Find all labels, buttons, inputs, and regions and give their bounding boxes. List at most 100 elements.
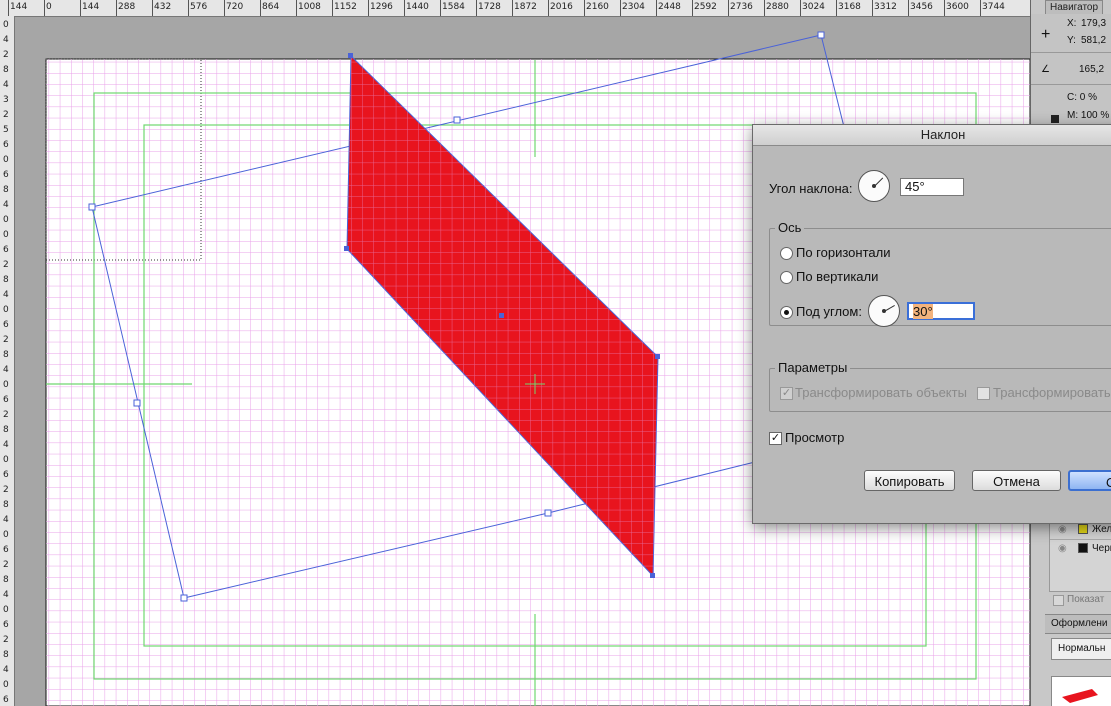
axis-group-label: Ось — [775, 220, 805, 235]
axis-angle-dial[interactable] — [868, 295, 900, 327]
anchor-point[interactable] — [650, 573, 655, 578]
ruler-tick — [440, 0, 441, 16]
ruler-tick-label: 2880 — [766, 2, 789, 12]
horizontal-radio[interactable] — [780, 247, 793, 260]
panel-divider — [1031, 84, 1111, 85]
ruler-tick — [296, 0, 297, 16]
preview-label[interactable]: Просмотр — [785, 430, 844, 445]
ruler-tick-label: 3024 — [802, 2, 825, 12]
ruler-tick-label: 1728 — [478, 2, 501, 12]
anchor-point[interactable] — [344, 246, 349, 251]
ruler-tick — [836, 0, 837, 16]
ruler-tick-label: 1008 — [298, 2, 321, 12]
vertical-ruler[interactable]: 0 4 2 8 4 3 2 5 6 0 6 8 4 0 0 6 2 8 4 0 6 2 8 4 0 6 2 8 4 0 6 2 8 4 0 6 2 8 4 0… — [0, 16, 15, 706]
blend-mode-select[interactable]: Нормальн — [1051, 638, 1111, 660]
ruler-tick-label: 864 — [262, 2, 280, 12]
ruler-tick-label: 2 — [3, 50, 9, 60]
ruler-tick-label: 0 — [3, 230, 9, 240]
bbox-handle[interactable] — [133, 399, 141, 407]
transform-patterns-label: Трансформировать — [993, 385, 1111, 400]
angle-radio[interactable] — [780, 306, 793, 319]
ruler-tick-label: 2736 — [730, 2, 753, 12]
ruler-tick-label: 4 — [3, 200, 9, 210]
shape-center-point — [499, 313, 504, 318]
shear-angle-dial[interactable] — [858, 170, 890, 202]
ruler-tick-label: 0 — [3, 605, 9, 615]
ok-button[interactable]: OK — [1068, 470, 1111, 491]
dialog-title[interactable]: Наклон — [753, 125, 1111, 146]
angle-icon: ∠ — [1041, 64, 1050, 75]
ruler-tick — [908, 0, 909, 16]
cancel-button[interactable]: Отмена — [972, 470, 1061, 491]
angle-label[interactable]: Под углом: — [796, 304, 862, 319]
thumbnail-shape — [1062, 689, 1098, 703]
ruler-tick-label: 432 — [154, 2, 172, 12]
ruler-tick — [872, 0, 873, 16]
ruler-tick-label: 4 — [3, 290, 9, 300]
shear-angle-input[interactable]: 45° — [900, 178, 964, 196]
magenta-value: M: 100 % — [1067, 110, 1110, 121]
eye-icon[interactable]: ◉ — [1058, 524, 1067, 535]
ruler-tick-label: 0 — [3, 215, 9, 225]
bbox-handle[interactable] — [817, 31, 825, 39]
layer-name: Черн — [1092, 543, 1111, 554]
horizontal-ruler[interactable]: 144 0 144 288 432 576 720 864 1008 1152 1296 1440 15… — [0, 0, 1030, 17]
anchor-point[interactable] — [655, 354, 660, 359]
horizontal-label[interactable]: По горизонтали — [796, 245, 890, 260]
ruler-tick-label: 1296 — [370, 2, 393, 12]
ruler-tick — [152, 0, 153, 16]
ruler-tick-label: 6 — [3, 470, 9, 480]
ruler-tick-label: 8 — [3, 350, 9, 360]
ruler-tick-label: 3 — [3, 95, 9, 105]
ruler-tick-label: 0 — [46, 2, 52, 12]
shear-dialog[interactable]: Наклон Угол наклона: 45° Ось По горизонт… — [752, 124, 1111, 524]
ruler-tick-label: 2448 — [658, 2, 681, 12]
ruler-tick-label: 2 — [3, 335, 9, 345]
ruler-tick-label: 8 — [3, 275, 9, 285]
blend-mode-value: Нормальн — [1058, 643, 1106, 654]
ruler-tick-label: 8 — [3, 185, 9, 195]
layer-name: Жел — [1092, 524, 1111, 535]
axis-angle-input[interactable]: 30° — [907, 302, 975, 320]
ruler-tick-label: 6 — [3, 695, 9, 705]
bbox-handle[interactable] — [544, 509, 552, 517]
ruler-tick-label: 144 — [82, 2, 100, 12]
bbox-handle[interactable] — [180, 594, 188, 602]
ruler-tick-label: 2304 — [622, 2, 645, 12]
show-checkbox[interactable] — [1053, 595, 1064, 606]
layer-color-swatch — [1078, 524, 1088, 534]
ruler-tick-label: 8 — [3, 500, 9, 510]
options-group-label: Параметры — [775, 360, 851, 375]
ruler-tick-label: 6 — [3, 320, 9, 330]
ruler-tick — [224, 0, 225, 16]
appearance-tab-label: Оформлени — [1051, 618, 1108, 629]
vertical-label[interactable]: По вертикали — [796, 269, 878, 284]
ruler-tick-label: 6 — [3, 140, 9, 150]
transform-patterns-checkbox[interactable] — [977, 387, 990, 400]
eye-icon[interactable]: ◉ — [1058, 543, 1067, 554]
vertical-radio[interactable] — [780, 271, 793, 284]
ruler-tick — [656, 0, 657, 16]
copy-button[interactable]: Копировать — [864, 470, 955, 491]
ruler-tick — [116, 0, 117, 16]
ruler-tick — [584, 0, 585, 16]
ruler-tick — [800, 0, 801, 16]
ruler-tick-label: 2 — [3, 260, 9, 270]
anchor-point[interactable] — [348, 53, 353, 58]
preview-checkbox[interactable]: ✓ — [769, 432, 782, 445]
layer-row[interactable]: ◉ Черн — [1050, 540, 1111, 558]
appearance-thumbnail — [1051, 676, 1111, 706]
crosshair-icon: + — [1041, 26, 1051, 43]
ruler-tick — [8, 0, 9, 16]
ruler-tick-label: 2592 — [694, 2, 717, 12]
bbox-handle[interactable] — [453, 116, 461, 124]
transform-objects-checkbox[interactable]: ✓ — [780, 387, 793, 400]
ruler-tick-label: 4 — [3, 515, 9, 525]
ruler-tick — [368, 0, 369, 16]
tab-appearance[interactable]: Оформлени — [1045, 614, 1111, 634]
ruler-tick-label: 1440 — [406, 2, 429, 12]
ruler-tick-label: 4 — [3, 440, 9, 450]
ruler-tick-label: 1872 — [514, 2, 537, 12]
bbox-handle[interactable] — [88, 203, 96, 211]
ruler-tick-label: 2 — [3, 485, 9, 495]
